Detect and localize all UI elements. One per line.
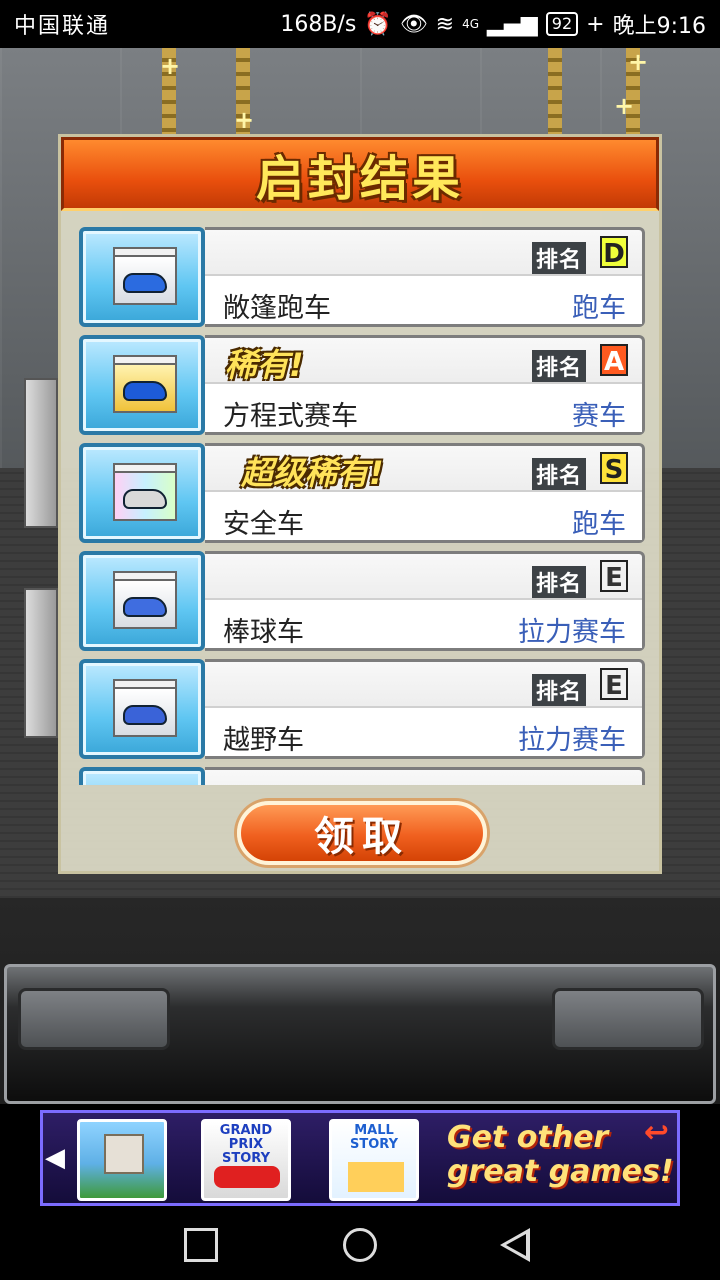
car-icon <box>123 489 167 509</box>
item-lower-row: 安全车 跑车 <box>205 490 642 540</box>
rank-label: 排名 <box>531 458 586 490</box>
rank-badge: E <box>600 668 628 701</box>
race-car-icon <box>214 1166 280 1188</box>
triangle-back-icon[interactable] <box>500 1228 530 1262</box>
dialog-header: 启封结果 <box>61 137 659 211</box>
rank-label: 排名 <box>531 242 586 274</box>
signal-label: 4G <box>462 17 480 31</box>
item-info: 排名 E 越野车 拉力赛车 <box>205 659 645 759</box>
ad-tile-caption: GRAND PRIX STORY <box>219 1123 273 1166</box>
signal-icon: ▂▄▆ <box>487 11 538 37</box>
status-bar: 中国联通 168B/s ⏰ 👁 ≋ 4G ▂▄▆ 92 + 晚上9:16 <box>0 0 720 48</box>
sparkle-icon: + <box>628 48 649 76</box>
status-icons: 168B/s ⏰ 👁 ≋ 4G ▂▄▆ 92 + 晚上9:16 <box>280 8 706 40</box>
car-icon <box>123 597 167 617</box>
list-item-partial[interactable] <box>79 767 645 785</box>
item-name: 敞篷跑车 <box>223 293 331 324</box>
item-thumbnail <box>79 659 205 759</box>
clock: 晚上9:16 <box>612 14 706 39</box>
unseal-result-dialog: 启封结果 排名 D 敞篷跑车 跑车 稀有! 排名 A 方程式赛车 赛车 超级稀有… <box>58 134 662 874</box>
net-speed: 168B/s <box>280 11 357 37</box>
rarity-label: 超级稀有! <box>241 454 384 492</box>
system-nav-bar <box>0 1210 720 1280</box>
item-name: 棒球车 <box>223 617 304 648</box>
item-lower-row: 越野车 拉力赛车 <box>205 706 642 756</box>
car-icon <box>123 273 167 293</box>
list-item[interactable]: 超级稀有! 排名 S 安全车 跑车 <box>79 443 645 543</box>
list-item[interactable]: 排名 E 越野车 拉力赛车 <box>79 659 645 759</box>
return-arrow-icon: ↩ <box>643 1115 669 1150</box>
item-thumbnail <box>79 335 205 435</box>
item-type: 拉力赛车 <box>518 725 626 756</box>
rank-label: 排名 <box>531 566 586 598</box>
item-name: 越野车 <box>223 725 304 756</box>
carrier-name: 中国联通 <box>14 14 111 39</box>
car-icon <box>123 705 167 725</box>
item-lower-row: 敞篷跑车 跑车 <box>205 274 642 324</box>
display-stand <box>24 378 58 528</box>
rank-badge: D <box>600 236 628 269</box>
castle-icon <box>104 1134 144 1174</box>
list-item[interactable]: 排名 E 棒球车 拉力赛车 <box>79 551 645 651</box>
rank-label: 排名 <box>531 674 586 706</box>
item-lower-row: 棒球车 拉力赛车 <box>205 598 642 648</box>
car-box-icon <box>113 679 177 737</box>
item-thumbnail <box>79 227 205 327</box>
display-stand <box>24 588 58 738</box>
rank-badge: A <box>600 344 628 377</box>
item-name: 安全车 <box>223 509 304 540</box>
car-box-icon <box>113 571 177 629</box>
ad-game-tile[interactable]: GRAND PRIX STORY <box>201 1119 291 1201</box>
car-box-icon <box>113 355 177 413</box>
item-type: 跑车 <box>572 509 626 540</box>
item-info: 排名 D 敞篷跑车 跑车 <box>205 227 645 327</box>
alarm-icon: ⏰ <box>364 11 392 37</box>
item-info <box>205 767 645 785</box>
car-box-icon <box>113 463 177 521</box>
charging-icon: + <box>586 11 605 37</box>
wifi-icon: ≋ <box>435 11 455 37</box>
rank-label: 排名 <box>531 350 586 382</box>
item-name: 方程式赛车 <box>223 401 358 432</box>
item-type: 赛车 <box>572 401 626 432</box>
ad-game-tile[interactable] <box>77 1119 167 1201</box>
item-thumbnail <box>79 767 205 785</box>
circle-icon[interactable] <box>343 1228 377 1262</box>
claim-button[interactable]: 领取 <box>237 801 487 865</box>
result-list[interactable]: 排名 D 敞篷跑车 跑车 稀有! 排名 A 方程式赛车 赛车 超级稀有! 排名 … <box>79 227 645 785</box>
ad-banner[interactable]: ◀ GRAND PRIX STORY MALL STORY Get other … <box>40 1110 680 1206</box>
sparkle-icon: + <box>614 92 635 120</box>
sparkle-icon: + <box>234 106 255 134</box>
mall-icon <box>348 1162 404 1192</box>
rarity-label: 稀有! <box>225 346 304 384</box>
car-icon <box>123 381 167 401</box>
rank-badge: E <box>600 560 628 593</box>
ad-game-tile[interactable]: MALL STORY <box>329 1119 419 1201</box>
list-item[interactable]: 排名 D 敞篷跑车 跑车 <box>79 227 645 327</box>
car-box-icon <box>113 247 177 305</box>
list-item[interactable]: 稀有! 排名 A 方程式赛车 赛车 <box>79 335 645 435</box>
item-info: 稀有! 排名 A 方程式赛车 赛车 <box>205 335 645 435</box>
item-info: 超级稀有! 排名 S 安全车 跑车 <box>205 443 645 543</box>
panel-left-button[interactable] <box>18 988 170 1050</box>
dialog-title: 启封结果 <box>255 151 464 207</box>
eye-icon: 👁 <box>399 11 428 37</box>
caret-left-icon[interactable]: ◀ <box>45 1143 65 1173</box>
square-icon[interactable] <box>184 1228 218 1262</box>
item-thumbnail <box>79 443 205 543</box>
item-info: 排名 E 棒球车 拉力赛车 <box>205 551 645 651</box>
rank-badge: S <box>600 452 628 485</box>
ad-tile-caption: MALL STORY <box>350 1123 398 1152</box>
panel-right-button[interactable] <box>552 988 704 1050</box>
item-lower-row: 方程式赛车 赛车 <box>205 382 642 432</box>
item-type: 拉力赛车 <box>518 617 626 648</box>
item-thumbnail <box>79 551 205 651</box>
item-type: 跑车 <box>572 293 626 324</box>
battery-indicator: 92 <box>545 12 579 36</box>
ad-cta-text[interactable]: Get other great games! <box>441 1121 677 1201</box>
sparkle-icon: + <box>160 52 181 80</box>
